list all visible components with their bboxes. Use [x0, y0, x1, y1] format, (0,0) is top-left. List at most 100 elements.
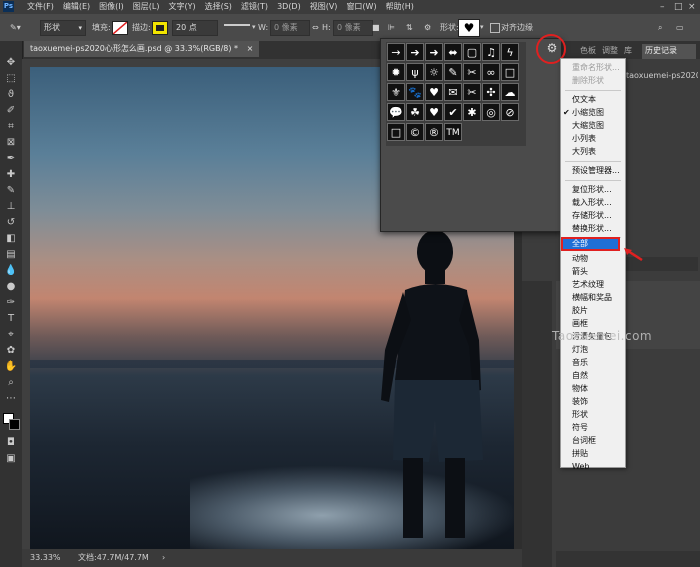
- menu-item-small-thumbnail[interactable]: ✔ 小缩览图: [561, 106, 625, 119]
- shape-square-icon[interactable]: □: [501, 63, 519, 81]
- shape-preview-heart-icon[interactable]: ♥: [458, 19, 480, 37]
- document-tab[interactable]: taoxuemei-ps2020心形怎么画.psd @ 33.3%(RGB/8)…: [24, 41, 260, 57]
- stroke-size-field[interactable]: 20 点: [172, 20, 218, 36]
- eyedropper-tool-icon[interactable]: ✒: [4, 153, 18, 165]
- tab-libraries[interactable]: 库: [624, 45, 632, 56]
- menu-view[interactable]: 视图(V): [310, 0, 338, 14]
- shape-no-icon[interactable]: ⊘: [501, 103, 519, 121]
- marquee-tool-icon[interactable]: ⬚: [4, 73, 18, 85]
- menu-item-large-thumbnail[interactable]: 大缩览图: [561, 119, 625, 132]
- shape-music-note-icon[interactable]: ♫: [482, 43, 500, 61]
- shape-puzzle-icon[interactable]: ✣: [482, 83, 500, 101]
- menu-help[interactable]: 帮助(H): [386, 0, 414, 14]
- menu-image[interactable]: 图像(I): [99, 0, 124, 14]
- path-selection-tool-icon[interactable]: ⌖: [4, 329, 18, 341]
- background-color-swatch[interactable]: [9, 419, 20, 430]
- width-field[interactable]: 0 像素: [270, 20, 310, 36]
- brush-tool-icon[interactable]: ✎: [4, 185, 18, 197]
- eraser-tool-icon[interactable]: ◧: [4, 233, 18, 245]
- menu-item-symbols[interactable]: 符号: [561, 421, 625, 434]
- type-tool-icon[interactable]: T: [4, 313, 18, 325]
- stroke-swatch[interactable]: [152, 21, 168, 35]
- gear-icon[interactable]: ⚙: [424, 14, 431, 41]
- dodge-tool-icon[interactable]: ●: [4, 281, 18, 293]
- menu-type[interactable]: 文字(Y): [168, 0, 195, 14]
- shape-blob-icon[interactable]: ☁: [501, 83, 519, 101]
- tab-adjustments[interactable]: 调整: [602, 45, 618, 56]
- menu-item-film[interactable]: 胶片: [561, 304, 625, 317]
- tab-swatches[interactable]: 色板: [580, 45, 596, 56]
- window-close-icon[interactable]: ×: [688, 0, 696, 14]
- history-brush-tool-icon[interactable]: ↺: [4, 217, 18, 229]
- menu-item-save-shapes[interactable]: 存储形状...: [561, 209, 625, 222]
- menu-item-small-list[interactable]: 小列表: [561, 132, 625, 145]
- path-alignment-icon[interactable]: ⊫: [388, 14, 395, 41]
- shape-square-outline-icon[interactable]: □: [387, 123, 405, 141]
- shape-check-icon[interactable]: ✔: [444, 103, 462, 121]
- more-tools-icon[interactable]: ⋯: [4, 393, 18, 405]
- photoshop-logo-icon[interactable]: Ps: [3, 1, 14, 12]
- menu-item-light-bulbs[interactable]: 灯泡: [561, 343, 625, 356]
- shape-fleur-icon[interactable]: ⚜: [387, 83, 405, 101]
- menu-edit[interactable]: 编辑(E): [63, 0, 90, 14]
- quick-select-tool-icon[interactable]: ✐: [4, 105, 18, 117]
- shape-copyright-icon[interactable]: ©: [406, 123, 424, 141]
- path-arrangement-icon[interactable]: ⇅: [406, 14, 413, 41]
- window-maximize-icon[interactable]: □: [674, 0, 683, 14]
- menu-item-nature[interactable]: 自然: [561, 369, 625, 382]
- menu-item-preset-manager[interactable]: 预设管理器...: [561, 164, 625, 177]
- shape-registered-icon[interactable]: ®: [425, 123, 443, 141]
- menu-item-tiles[interactable]: 拼贴: [561, 447, 625, 460]
- menu-item-ornaments[interactable]: 装饰: [561, 395, 625, 408]
- shape-scissors-shape-icon[interactable]: ✂: [463, 63, 481, 81]
- menu-layer[interactable]: 图层(L): [133, 0, 160, 14]
- menu-3d[interactable]: 3D(D): [277, 0, 301, 14]
- blur-tool-icon[interactable]: 💧: [4, 265, 18, 277]
- link-icon[interactable]: ⇔: [312, 14, 319, 41]
- menu-item-artistic-textures[interactable]: 艺术纹理: [561, 278, 625, 291]
- shape-arrow-thin-icon[interactable]: →: [387, 43, 405, 61]
- shape-frame-icon[interactable]: ▢: [463, 43, 481, 61]
- shape-trademark-icon[interactable]: TM: [444, 123, 462, 141]
- shape-arrow-icon[interactable]: ➔: [406, 43, 424, 61]
- shape-target-icon[interactable]: ◎: [482, 103, 500, 121]
- custom-shape-tool-icon[interactable]: ✿: [4, 345, 18, 357]
- search-icon[interactable]: ⌕: [658, 14, 662, 41]
- path-operations-icon[interactable]: ■: [372, 14, 380, 41]
- menu-item-large-list[interactable]: 大列表: [561, 145, 625, 158]
- align-edges-checkbox[interactable]: [490, 23, 500, 33]
- frame-tool-icon[interactable]: ⊠: [4, 137, 18, 149]
- chevron-down-icon[interactable]: ▾: [252, 14, 256, 41]
- menu-item-reset-shapes[interactable]: 复位形状...: [561, 183, 625, 196]
- shape-lightning-icon[interactable]: ϟ: [501, 43, 519, 61]
- hand-tool-icon[interactable]: ✋: [4, 361, 18, 373]
- zoom-level[interactable]: 33.33%: [30, 549, 61, 567]
- shape-scroll-icon[interactable]: ∞: [482, 63, 500, 81]
- pen-tool-icon[interactable]: ✑: [4, 297, 18, 309]
- menu-item-banners-awards[interactable]: 横幅和奖品: [561, 291, 625, 304]
- menu-item-music[interactable]: 音乐: [561, 356, 625, 369]
- menu-item-arrows[interactable]: 箭头: [561, 265, 625, 278]
- stroke-type-icon[interactable]: [224, 24, 250, 26]
- healing-brush-tool-icon[interactable]: ✚: [4, 169, 18, 181]
- shape-heart-icon[interactable]: ♥: [425, 83, 443, 101]
- shape-snowflake-icon[interactable]: ✱: [463, 103, 481, 121]
- chevron-right-icon[interactable]: ›: [162, 549, 165, 567]
- shape-scissors-icon[interactable]: ✂: [463, 83, 481, 101]
- history-snapshot-label[interactable]: taoxuemei-ps2020心形怎么...: [626, 70, 698, 81]
- close-icon[interactable]: ×: [247, 44, 254, 53]
- menu-item-web[interactable]: Web: [561, 460, 625, 473]
- screen-mode-icon[interactable]: ▣: [4, 453, 18, 465]
- clone-stamp-tool-icon[interactable]: ⊥: [4, 201, 18, 213]
- menu-select[interactable]: 选择(S): [205, 0, 232, 14]
- shape-grass-icon[interactable]: ψ: [406, 63, 424, 81]
- menu-window[interactable]: 窗口(W): [346, 0, 376, 14]
- quick-mask-icon[interactable]: ◘: [4, 437, 18, 449]
- shape-bird-icon[interactable]: ☘: [406, 103, 424, 121]
- menu-file[interactable]: 文件(F): [27, 0, 54, 14]
- shape-tag-icon[interactable]: ✎: [444, 63, 462, 81]
- workspace-icon[interactable]: ▭: [676, 14, 684, 41]
- fill-swatch[interactable]: [112, 21, 128, 35]
- shape-banner-icon[interactable]: ⬌: [444, 43, 462, 61]
- chevron-down-icon[interactable]: ▾: [480, 14, 484, 41]
